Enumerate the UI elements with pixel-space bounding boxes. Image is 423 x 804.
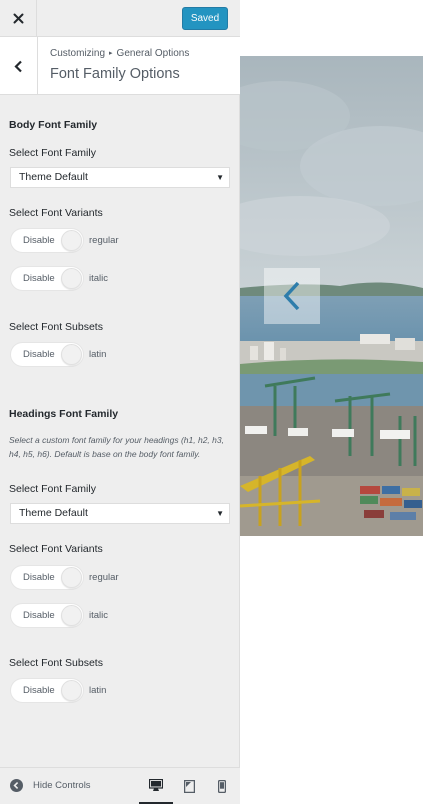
- headings-subsets-label: Select Font Subsets: [9, 657, 103, 669]
- toggle-knob: [61, 605, 82, 626]
- headings-variant-italic-toggle[interactable]: Disable: [10, 603, 84, 628]
- body-font-heading: Body Font Family: [9, 119, 98, 131]
- body-subsets-label: Select Font Subsets: [9, 321, 103, 333]
- customizer-panel: Saved Customizing ▸ General Options Font F…: [0, 0, 240, 804]
- section-header: Customizing ▸ General Options Font Family …: [0, 37, 240, 95]
- headings-font-select-value: Theme Default: [19, 507, 88, 519]
- toggle-text: Disable: [23, 610, 55, 621]
- breadcrumb: Customizing ▸ General Options: [50, 48, 189, 59]
- tablet-icon: [183, 780, 195, 793]
- headings-variant-regular-toggle[interactable]: Disable: [10, 565, 84, 590]
- slider-prev-button[interactable]: [264, 268, 320, 324]
- breadcrumb-current: General Options: [116, 48, 190, 59]
- body-subset-latin-toggle[interactable]: Disable: [10, 342, 84, 367]
- body-select-font-label: Select Font Family: [9, 147, 96, 159]
- toggle-knob: [61, 680, 82, 701]
- close-icon: [13, 13, 23, 24]
- hide-controls-button[interactable]: Hide Controls: [10, 779, 91, 792]
- subset-name: latin: [89, 349, 107, 360]
- dropdown-arrow-icon: ▼: [216, 173, 224, 182]
- saved-button[interactable]: Saved: [182, 7, 228, 30]
- variant-name: italic: [89, 273, 109, 284]
- variant-name: italic: [89, 610, 109, 621]
- mobile-icon: [218, 780, 226, 793]
- body-variant-regular-toggle[interactable]: Disable: [10, 228, 84, 253]
- toggle-knob: [61, 230, 82, 251]
- chevron-left-icon: [14, 60, 22, 72]
- close-customizer-button[interactable]: [0, 0, 37, 37]
- toggle-text: Disable: [23, 572, 55, 583]
- variant-name: regular: [89, 572, 119, 583]
- toggle-knob: [61, 567, 82, 588]
- hide-controls-label: Hide Controls: [33, 780, 91, 791]
- back-button[interactable]: [0, 37, 38, 95]
- headings-select-font-label: Select Font Family: [9, 483, 96, 495]
- body-variant-italic-toggle[interactable]: Disable: [10, 266, 84, 291]
- headings-subset-latin-toggle[interactable]: Disable: [10, 678, 84, 703]
- breadcrumb-separator-icon: ▸: [109, 50, 113, 57]
- toggle-text: Disable: [23, 273, 55, 284]
- customizer-footer: Hide Controls: [0, 767, 240, 804]
- device-tablet-button[interactable]: [172, 768, 206, 804]
- toggle-knob: [61, 344, 82, 365]
- subset-name: latin: [89, 685, 107, 696]
- toggle-text: Disable: [23, 349, 55, 360]
- dropdown-arrow-icon: ▼: [216, 509, 224, 518]
- section-title: Font Family Options: [50, 66, 180, 82]
- chevron-left-icon: [283, 281, 300, 311]
- toggle-text: Disable: [23, 685, 55, 696]
- device-mobile-button[interactable]: [205, 768, 239, 804]
- customizer-header: Saved: [0, 0, 240, 37]
- arrow-left-circle-icon: [10, 779, 23, 792]
- desktop-icon: [149, 778, 163, 791]
- variant-name: regular: [89, 235, 119, 246]
- toggle-knob: [61, 268, 82, 289]
- headings-variants-label: Select Font Variants: [9, 543, 103, 555]
- headings-font-description: Select a custom font family for your hea…: [9, 435, 224, 459]
- breadcrumb-root: Customizing: [50, 48, 106, 59]
- toggle-text: Disable: [23, 235, 55, 246]
- body-font-select[interactable]: Theme Default ▼: [10, 167, 230, 188]
- body-variants-label: Select Font Variants: [9, 207, 103, 219]
- headings-font-heading: Headings Font Family: [9, 408, 119, 420]
- device-desktop-button[interactable]: [139, 768, 173, 804]
- headings-font-select[interactable]: Theme Default ▼: [10, 503, 230, 524]
- body-font-select-value: Theme Default: [19, 171, 88, 183]
